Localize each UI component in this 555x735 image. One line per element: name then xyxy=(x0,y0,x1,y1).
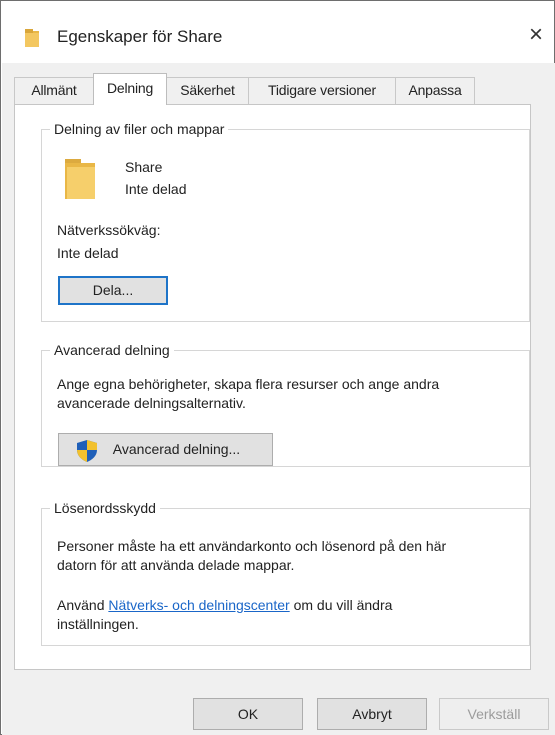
cancel-button[interactable]: Avbryt xyxy=(317,698,427,730)
properties-dialog: Egenskaper för Share × Allmänt Delning S… xyxy=(0,0,555,735)
password-use-prefix: Använd xyxy=(57,597,109,613)
ok-button[interactable]: OK xyxy=(193,698,303,730)
close-button[interactable]: × xyxy=(523,23,549,49)
window-title: Egenskaper för Share xyxy=(57,27,223,46)
password-use-line: Använd Nätverks- och delningscenter om d… xyxy=(57,596,392,614)
password-group-title: Lösenordsskydd xyxy=(50,499,160,517)
advanced-description-line1: Ange egna behörigheter, skapa flera resu… xyxy=(57,376,440,392)
network-path-value: Inte delad xyxy=(57,245,119,261)
tab-allmant[interactable]: Allmänt xyxy=(14,77,94,104)
apply-button[interactable]: Verkställ xyxy=(439,698,549,730)
folder-icon xyxy=(25,29,39,47)
title-bar: Egenskaper för Share × xyxy=(1,1,554,63)
tab-delning[interactable]: Delning xyxy=(93,73,167,105)
advanced-sharing-button-label: Avancerad delning... xyxy=(112,441,241,457)
sharing-group-title: Delning av filer och mappar xyxy=(50,120,229,138)
password-use-line2: inställningen. xyxy=(57,616,139,632)
tab-sakerhet[interactable]: Säkerhet xyxy=(166,77,249,104)
network-sharing-center-link[interactable]: Nätverks- och delningscenter xyxy=(108,597,289,613)
share-button[interactable]: Dela... xyxy=(58,276,168,305)
advanced-sharing-group-title: Avancerad delning xyxy=(50,341,174,359)
folder-share-status: Inte delad xyxy=(125,181,187,197)
shared-folder-icon xyxy=(65,159,95,199)
password-use-suffix: om du vill ändra xyxy=(289,597,393,613)
advanced-sharing-button[interactable]: Avancerad delning... xyxy=(58,433,273,466)
dialog-body: Allmänt Delning Säkerhet Tidigare versio… xyxy=(2,63,555,735)
password-description-line1: Personer måste ha ett användarkonto och … xyxy=(57,538,447,554)
network-path-label: Nätverkssökväg: xyxy=(57,222,161,238)
folder-name: Share xyxy=(125,159,163,175)
tab-anpassa[interactable]: Anpassa xyxy=(395,77,475,104)
uac-shield-icon xyxy=(77,440,97,462)
tab-tidigare-versioner[interactable]: Tidigare versioner xyxy=(248,77,396,104)
password-description-line2: datorn för att använda delade mappar. xyxy=(57,557,295,573)
tab-panel-delning: Delning av filer och mappar Share Inte d… xyxy=(14,104,531,670)
advanced-description-line2: avancerade delningsalternativ. xyxy=(57,395,246,411)
